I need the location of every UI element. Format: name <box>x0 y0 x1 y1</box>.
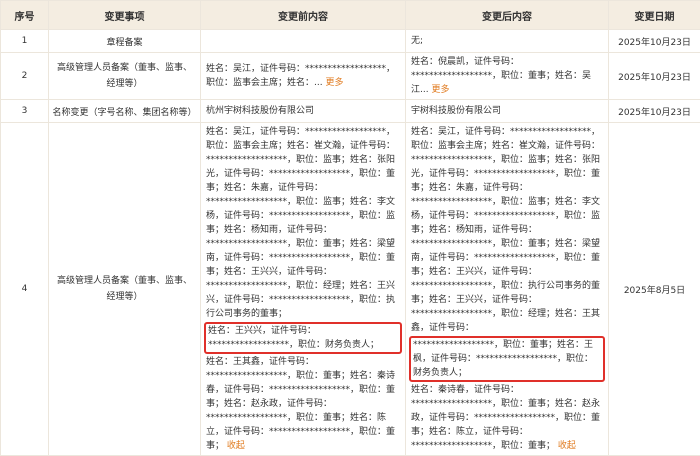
more-link[interactable]: 更多 <box>325 78 343 88</box>
highlighted-text: ******************，职位：董事；姓名：王枫，证件号码：****… <box>413 340 593 378</box>
row-index: 4 <box>1 123 49 456</box>
row-change-item: 章程备案 <box>49 30 201 53</box>
collapse-link[interactable]: 收起 <box>227 441 245 451</box>
row-before-content: 杭州宇树科技股份有限公司 <box>201 100 406 123</box>
row-after-content: 宇树科技股份有限公司 <box>406 100 609 123</box>
table-header-row: 序号 变更事项 变更前内容 变更后内容 变更日期 <box>1 1 700 30</box>
row-after-content: 姓名：倪晨凯，证件号码：******************，职位：董事；姓名：… <box>406 53 609 100</box>
header-index: 序号 <box>1 1 49 30</box>
row-index: 2 <box>1 53 49 100</box>
more-link[interactable]: 更多 <box>431 85 449 95</box>
after-text-post: 姓名：秦诗春，证件号码：******************，职位：董事；姓名：… <box>411 383 603 453</box>
table-row: 1 章程备案 无; 2025年10月23日 <box>1 30 700 53</box>
row-change-date: 2025年10月23日 <box>609 53 700 100</box>
row-after-content: 姓名：吴江，证件号码：******************，职位：监事会主席；姓… <box>406 123 609 456</box>
before-text-pre: 姓名：吴江，证件号码：******************，职位：监事会主席；姓… <box>206 125 400 321</box>
highlighted-text: 姓名：王兴兴，证件号码：******************，职位：财务负责人； <box>208 326 379 350</box>
row-before-content: 姓名：吴江，证件号码：******************，职位：监事会主席；姓… <box>201 53 406 100</box>
row-before-content: 姓名：吴江，证件号码：******************，职位：监事会主席；姓… <box>201 123 406 456</box>
row-change-date: 2025年8月5日 <box>609 123 700 456</box>
header-after-content: 变更后内容 <box>406 1 609 30</box>
table-row: 3 名称变更（字号名称、集团名称等） 杭州宇树科技股份有限公司 宇树科技股份有限… <box>1 100 700 123</box>
row-change-date: 2025年10月23日 <box>609 100 700 123</box>
row-index: 3 <box>1 100 49 123</box>
header-change-item: 变更事项 <box>49 1 201 30</box>
collapse-link[interactable]: 收起 <box>558 441 576 451</box>
row-index: 1 <box>1 30 49 53</box>
row-change-item: 高级管理人员备案（董事、监事、经理等） <box>49 53 201 100</box>
header-change-date: 变更日期 <box>609 1 700 30</box>
table-row: 2 高级管理人员备案（董事、监事、经理等） 姓名：吴江，证件号码：*******… <box>1 53 700 100</box>
after-text-pre: 姓名：吴江，证件号码：******************，职位：监事会主席；姓… <box>411 125 603 335</box>
before-text: 姓名：吴江，证件号码：******************，职位：监事会主席；姓… <box>206 64 395 88</box>
highlight-box: ******************，职位：董事；姓名：王枫，证件号码：****… <box>409 336 605 382</box>
highlight-box: 姓名：王兴兴，证件号码：******************，职位：财务负责人； <box>204 322 402 354</box>
change-record-table: 序号 变更事项 变更前内容 变更后内容 变更日期 1 章程备案 无; 2025年… <box>0 0 700 456</box>
row-change-date: 2025年10月23日 <box>609 30 700 53</box>
row-change-item: 名称变更（字号名称、集团名称等） <box>49 100 201 123</box>
row-after-content: 无; <box>406 30 609 53</box>
header-before-content: 变更前内容 <box>201 1 406 30</box>
before-text-post: 姓名：王其鑫，证件号码：******************，职位：董事；姓名：… <box>206 355 400 453</box>
table-row: 4 高级管理人员备案（董事、监事、经理等） 姓名：吴江，证件号码：*******… <box>1 123 700 456</box>
row-change-item: 高级管理人员备案（董事、监事、经理等） <box>49 123 201 456</box>
row-before-content <box>201 30 406 53</box>
